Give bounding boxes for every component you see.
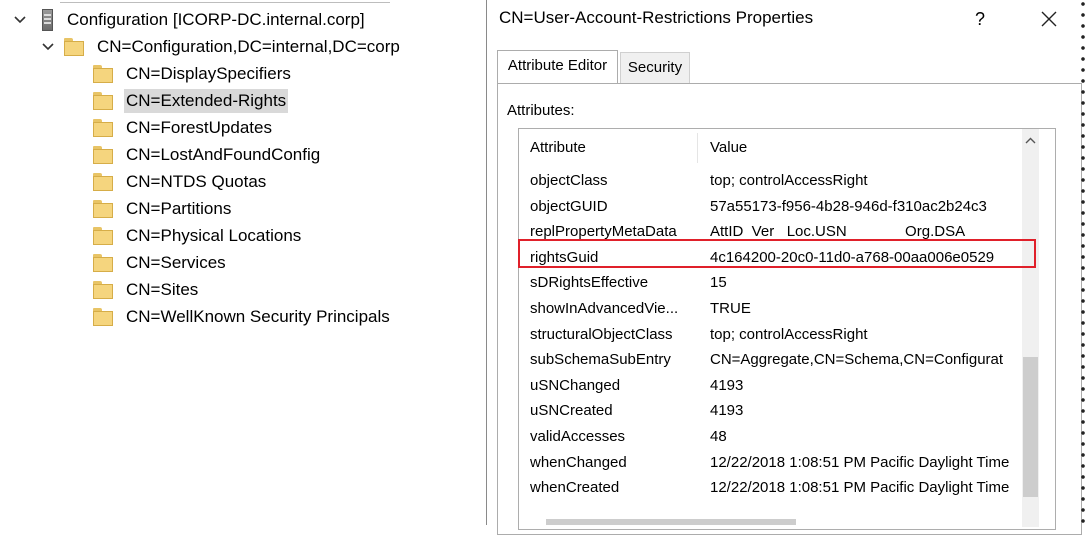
tree-item-label: CN=Services bbox=[126, 252, 226, 272]
attribute-name: structuralObjectClass bbox=[530, 325, 673, 343]
attribute-value: TRUE bbox=[710, 300, 751, 317]
folder-icon bbox=[93, 91, 115, 110]
tree-item-label: CN=ForestUpdates bbox=[126, 117, 272, 137]
scroll-up-arrow-icon[interactable] bbox=[1022, 133, 1039, 149]
attribute-row[interactable]: structuralObjectClass top; controlAccessR… bbox=[519, 322, 1024, 347]
attribute-name: showInAdvancedVie... bbox=[530, 300, 679, 317]
attribute-row[interactable]: subSchemaSubEntry CN=Aggregate,CN=Schema,… bbox=[519, 347, 1024, 372]
tree-item[interactable]: CN=NTDS Quotas bbox=[93, 168, 268, 195]
tree-row-partial bbox=[60, 0, 390, 3]
attribute-name: uSNChanged bbox=[530, 376, 621, 394]
attribute-value: 57a55173-f956-4b28-946d-f310ac2b24c3 bbox=[710, 197, 987, 215]
attribute-value: 15 bbox=[710, 274, 727, 292]
tree-pane: Configuration [ICORP-DC.internal.corp] C… bbox=[0, 0, 486, 525]
folder-icon bbox=[93, 118, 115, 137]
attribute-row[interactable]: whenChanged 12/22/2018 1:08:51 PM Pacific… bbox=[519, 450, 1024, 475]
folder-icon bbox=[93, 145, 115, 164]
attribute-value: top; controlAccessRight bbox=[710, 172, 868, 189]
horizontal-scrollbar-thumb[interactable] bbox=[546, 519, 796, 525]
tree-item[interactable]: CN=Sites bbox=[93, 276, 200, 303]
attribute-name: uSNCreated bbox=[530, 402, 613, 420]
column-header-attribute[interactable]: Attribute bbox=[530, 129, 586, 167]
column-header-value[interactable]: Value bbox=[710, 129, 747, 167]
tab-attribute-editor[interactable]: Attribute Editor bbox=[497, 50, 618, 83]
attribute-row[interactable]: validAccesses 48 bbox=[519, 424, 1024, 449]
tree-item[interactable]: CN=Services bbox=[93, 249, 228, 276]
chevron-down-icon[interactable] bbox=[40, 39, 56, 55]
attribute-value: 12/22/2018 1:08:51 PM Pacific Daylight T… bbox=[710, 479, 1010, 497]
tree-item-label: CN=NTDS Quotas bbox=[126, 171, 267, 191]
attribute-value: 4193 bbox=[710, 376, 744, 394]
tree-item-label: CN=Sites bbox=[126, 279, 199, 299]
tree-item-label: CN=Physical Locations bbox=[126, 225, 302, 245]
scrollbar-thumb[interactable] bbox=[1023, 357, 1038, 497]
attribute-row[interactable]: sDRightsEffective 15 bbox=[519, 270, 1024, 295]
attributes-label: Attributes: bbox=[507, 102, 575, 119]
chevron-down-icon[interactable] bbox=[12, 12, 28, 28]
attribute-row[interactable]: showInAdvancedVie... TRUE bbox=[519, 296, 1024, 321]
tree-item[interactable]: CN=ForestUpdates bbox=[93, 114, 274, 141]
folder-icon bbox=[93, 253, 115, 272]
tree-item-label: CN=Extended-Rights bbox=[124, 88, 289, 113]
tree-item-configuration-root[interactable]: Configuration [ICORP-DC.internal.corp] bbox=[12, 6, 367, 33]
attribute-name: validAccesses bbox=[530, 428, 626, 445]
tree-item-label: CN=DisplaySpecifiers bbox=[126, 63, 291, 83]
tree-item-label: CN=Configuration,DC=internal,DC=corp bbox=[97, 36, 400, 56]
tree-item[interactable]: CN=Physical Locations bbox=[93, 222, 303, 249]
tree-item-label: CN=Partitions bbox=[126, 198, 232, 218]
server-icon bbox=[40, 8, 56, 31]
attribute-row[interactable]: uSNChanged 4193 bbox=[519, 373, 1024, 398]
column-divider[interactable] bbox=[697, 133, 698, 163]
folder-icon bbox=[93, 64, 115, 83]
tree-item[interactable]: CN=LostAndFoundConfig bbox=[93, 141, 322, 168]
folder-icon bbox=[93, 307, 115, 326]
attribute-row[interactable]: objectClass top; controlAccessRight bbox=[519, 168, 1024, 193]
attribute-name: sDRightsEffective bbox=[530, 274, 649, 292]
attribute-value: CN=Aggregate,CN=Schema,CN=Configurat bbox=[710, 351, 1004, 369]
attribute-name: subSchemaSubEntry bbox=[530, 351, 671, 369]
folder-icon bbox=[93, 226, 115, 245]
attribute-name: objectGUID bbox=[530, 197, 608, 215]
tree-item[interactable]: CN=Partitions bbox=[93, 195, 233, 222]
tree-item-label: CN=WellKnown Security Principals bbox=[126, 306, 390, 326]
folder-icon bbox=[93, 172, 115, 191]
help-button[interactable]: ? bbox=[968, 6, 992, 32]
attribute-value: 12/22/2018 1:08:51 PM Pacific Daylight T… bbox=[710, 453, 1010, 471]
attribute-row[interactable]: uSNCreated 4193 bbox=[519, 398, 1024, 423]
folder-icon bbox=[93, 280, 115, 299]
attribute-value: 4193 bbox=[710, 402, 744, 420]
vertical-scrollbar[interactable] bbox=[1022, 129, 1039, 527]
attributes-list[interactable]: Attribute Value objectClass top; controlA… bbox=[518, 128, 1056, 530]
tab-security[interactable]: Security bbox=[620, 52, 690, 83]
folder-icon bbox=[93, 199, 115, 218]
tree-item-configuration-container[interactable]: CN=Configuration,DC=internal,DC=corp bbox=[40, 33, 402, 60]
highlight-box-rightsguid bbox=[518, 239, 1036, 268]
attribute-value: top; controlAccessRight bbox=[710, 325, 868, 343]
attribute-name: whenChanged bbox=[530, 453, 627, 471]
tree-item[interactable]: CN=WellKnown Security Principals bbox=[93, 303, 392, 330]
window-edge bbox=[1080, 0, 1086, 525]
attribute-row[interactable]: objectGUID 57a55173-f956-4b28-946d-f310ac… bbox=[519, 194, 1024, 219]
attribute-value: 48 bbox=[710, 428, 727, 445]
tree-item-label: CN=LostAndFoundConfig bbox=[126, 144, 321, 164]
dialog-title: CN=User-Account-Restrictions Properties bbox=[499, 8, 814, 27]
tree-item[interactable]: CN=DisplaySpecifiers bbox=[93, 60, 293, 87]
tree-item[interactable]: CN=Extended-Rights bbox=[93, 87, 289, 114]
attribute-row[interactable]: whenCreated 12/22/2018 1:08:51 PM Pacific… bbox=[519, 475, 1024, 500]
attribute-name: whenCreated bbox=[530, 479, 620, 497]
folder-icon bbox=[64, 37, 86, 56]
attribute-name: objectClass bbox=[530, 172, 608, 189]
tree-item-label: Configuration [ICORP-DC.internal.corp] bbox=[67, 9, 365, 29]
close-button[interactable] bbox=[1037, 6, 1061, 32]
close-icon bbox=[1041, 11, 1057, 27]
